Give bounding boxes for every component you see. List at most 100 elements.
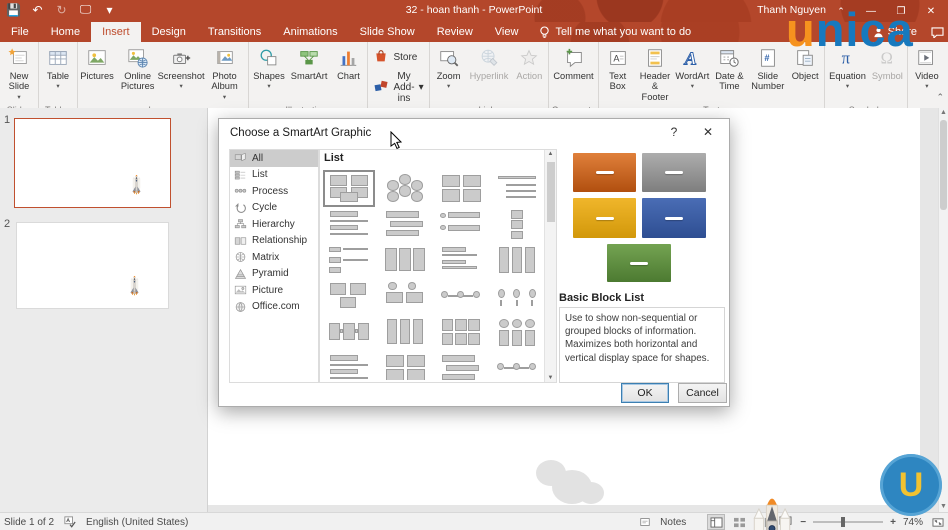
action-label: Action	[516, 71, 543, 81]
smartart-layout-thumbnail-11[interactable]	[438, 245, 484, 276]
smartart-layout-thumbnail-7[interactable]	[438, 209, 484, 240]
tell-me-box[interactable]: Tell me what you want to do	[529, 22, 701, 42]
cat-pyramid-icon	[233, 267, 247, 280]
category-list[interactable]: List	[230, 167, 318, 184]
ok-button[interactable]: OK	[621, 383, 669, 403]
ribbon-group-slides: New Slide▾Slides	[0, 42, 39, 115]
category-label: Picture	[252, 284, 284, 296]
notes-toggle[interactable]: Notes	[660, 517, 686, 528]
tab-insert[interactable]: Insert	[91, 22, 141, 42]
zoom-out-icon[interactable]: −	[800, 517, 806, 528]
close-icon[interactable]: ✕	[916, 0, 946, 22]
smartart-layout-thumbnail-1[interactable]	[323, 170, 375, 207]
category-matrix[interactable]: Matrix	[230, 249, 318, 266]
table-button[interactable]: Table ▾	[40, 42, 76, 105]
cancel-button[interactable]: Cancel	[678, 383, 727, 403]
smartart-layout-thumbnail-14[interactable]	[382, 281, 428, 312]
smartart-layout-thumbnail-21[interactable]	[326, 353, 372, 380]
fit-slide-icon[interactable]	[930, 515, 946, 529]
smartart-layout-thumbnail-12[interactable]	[494, 245, 540, 276]
pictures-icon	[86, 45, 108, 71]
zoom-slider[interactable]	[813, 517, 884, 527]
spellcheck-icon[interactable]	[62, 515, 78, 529]
help-icon[interactable]: ?	[665, 125, 683, 139]
category-hierarchy[interactable]: Hierarchy	[230, 216, 318, 233]
smartart-button[interactable]: SmartArt	[288, 42, 331, 105]
zoom-in-icon[interactable]: +	[890, 517, 896, 528]
slide-thumbnail-2[interactable]	[16, 222, 169, 309]
zoom-level[interactable]: 74%	[903, 517, 923, 528]
preview-block-4	[642, 198, 706, 238]
smartart-layout-thumbnail-3[interactable]	[438, 173, 484, 204]
smartart-layout-thumbnail-18[interactable]	[382, 317, 428, 348]
date-time-button[interactable]: Date & Time	[710, 42, 748, 105]
smartart-layout-thumbnail-6[interactable]	[382, 209, 428, 240]
category-picture[interactable]: Picture	[230, 282, 318, 299]
screenshot-button[interactable]: Screenshot ▾	[158, 42, 205, 105]
store-button[interactable]: Store	[369, 46, 421, 69]
collapse-ribbon-icon[interactable]: ⌃	[936, 92, 944, 103]
smartart-layout-thumbnail-24[interactable]	[494, 353, 540, 380]
category-all[interactable]: All	[230, 150, 318, 167]
smartart-layout-thumbnail-8[interactable]	[494, 209, 540, 240]
smartart-layout-thumbnail-23[interactable]	[438, 353, 484, 380]
online-pictures-button[interactable]: Online Pictures	[115, 42, 160, 105]
wordart-button[interactable]: A WordArt ▾	[674, 42, 710, 105]
notes-icon[interactable]	[637, 515, 653, 529]
store-icon	[373, 48, 389, 67]
my-add-ins-icon	[373, 78, 389, 97]
category-relationship[interactable]: Relationship	[230, 233, 318, 250]
tab-transitions[interactable]: Transitions	[197, 22, 272, 42]
dialog-close-icon[interactable]: ✕	[699, 125, 717, 139]
comment-button[interactable]: Comment	[550, 42, 596, 105]
chart-button[interactable]: Chart	[330, 42, 366, 105]
pictures-button[interactable]: Pictures	[79, 42, 115, 105]
tab-file[interactable]: File	[0, 22, 40, 42]
slide-number-label: Slide Number	[751, 71, 785, 92]
gallery-scrollbar[interactable]: ▲ ▼	[544, 150, 556, 382]
smartart-layout-thumbnail-19[interactable]	[438, 317, 484, 348]
preview-block-1	[573, 153, 636, 192]
zoom-button[interactable]: Zoom ▾	[431, 42, 467, 105]
slide-number-icon: #	[757, 45, 779, 71]
tab-view[interactable]: View	[484, 22, 530, 42]
rocket-image[interactable]	[744, 494, 800, 530]
tab-home[interactable]: Home	[40, 22, 91, 42]
category-pyramid[interactable]: Pyramid	[230, 266, 318, 283]
category-office-com[interactable]: Office.com	[230, 299, 318, 316]
new-slide-button[interactable]: New Slide ▾	[1, 42, 37, 105]
smartart-layout-thumbnail-10[interactable]	[382, 245, 428, 276]
normal-view-icon[interactable]	[707, 514, 726, 530]
new-slide-icon	[8, 45, 30, 71]
shapes-button[interactable]: Shapes ▾	[250, 42, 288, 105]
dialog-title-bar[interactable]: Choose a SmartArt Graphic ? ✕	[219, 119, 729, 147]
category-process[interactable]: Process	[230, 183, 318, 200]
smartart-layout-thumbnail-17[interactable]	[326, 317, 372, 348]
tab-slide-show[interactable]: Slide Show	[349, 22, 426, 42]
smartart-layout-thumbnail-13[interactable]	[326, 281, 372, 312]
slide-number-button[interactable]: # Slide Number	[748, 42, 787, 105]
smartart-layout-thumbnail-9[interactable]	[326, 245, 372, 276]
comments-icon[interactable]	[931, 26, 944, 38]
smartart-layout-thumbnail-5[interactable]	[326, 209, 372, 240]
photo-album-button[interactable]: Photo Album ▾	[202, 42, 247, 105]
category-cycle[interactable]: Cycle	[230, 200, 318, 217]
tab-design[interactable]: Design	[141, 22, 197, 42]
svg-text:A: A	[613, 54, 620, 64]
smartart-layout-thumbnail-15[interactable]	[438, 281, 484, 312]
wordart-icon: A	[681, 45, 703, 71]
smartart-layout-thumbnail-20[interactable]	[494, 317, 540, 348]
preview-block-2	[642, 153, 706, 192]
smartart-layout-thumbnail-4[interactable]	[494, 173, 540, 204]
text-box-button[interactable]: A Text Box	[600, 42, 636, 105]
tab-review[interactable]: Review	[426, 22, 484, 42]
smartart-layout-thumbnail-16[interactable]	[494, 281, 540, 312]
tab-animations[interactable]: Animations	[272, 22, 348, 42]
language-indicator[interactable]: English (United States)	[86, 517, 188, 528]
smartart-layout-thumbnail-2[interactable]	[382, 173, 428, 204]
vertical-scrollbar[interactable]: ▲ ▼	[938, 108, 948, 512]
smartart-layout-thumbnail-22[interactable]	[382, 353, 428, 380]
header-footer-button[interactable]: Header & Footer	[636, 42, 675, 105]
slide-thumbnail-1[interactable]	[14, 118, 171, 208]
my-add-ins-button[interactable]: My Add-ins ▾	[369, 69, 427, 107]
